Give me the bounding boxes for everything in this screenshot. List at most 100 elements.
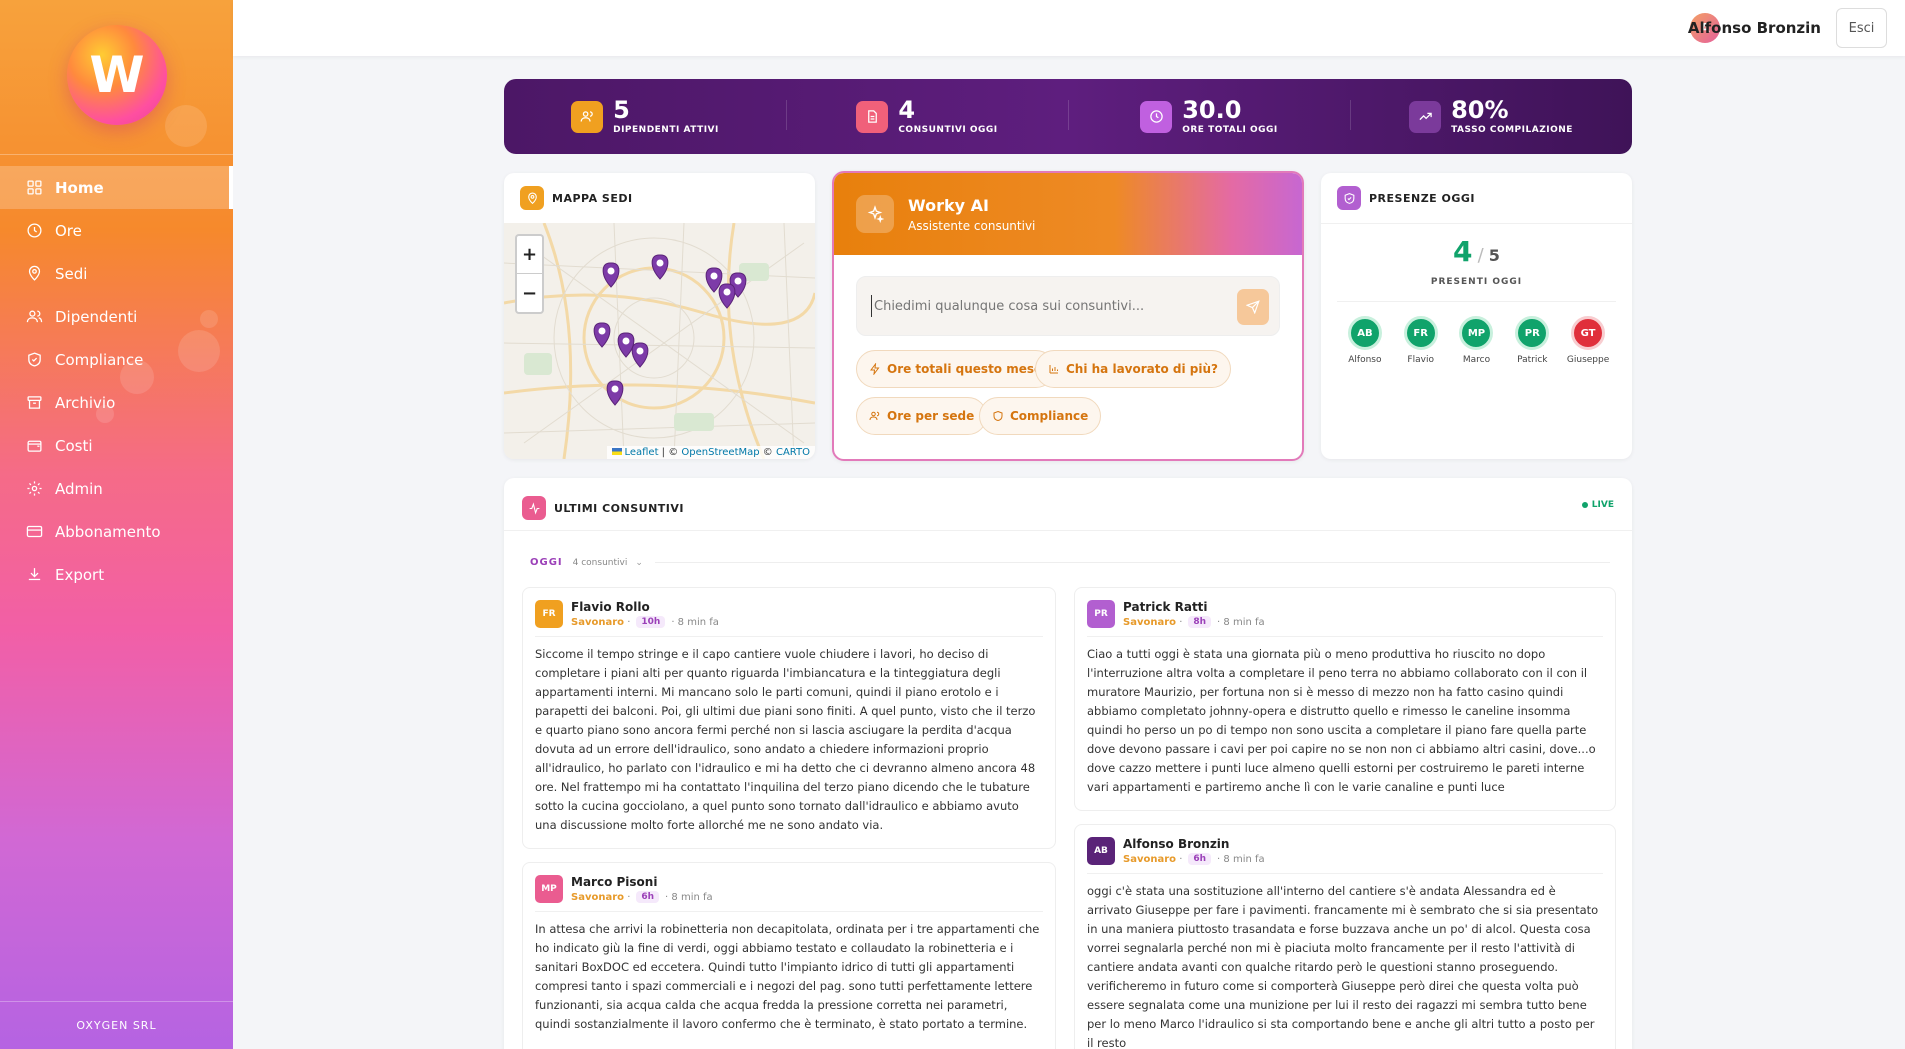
presence-person[interactable]: FR Flavio [1396,316,1446,365]
sidebar-item-label: Compliance [55,350,144,369]
avatar: PR [1515,316,1550,350]
logout-button[interactable]: Esci [1836,8,1887,48]
chip-ore-totali[interactable]: Ore totali questo mese [856,350,1056,388]
report-entry[interactable]: FR Flavio Rollo Savonaro · 10h · 8 min fa … [522,587,1056,849]
gear-icon [27,481,42,496]
entry-time: 8 min fa [677,616,719,628]
entry-time: 8 min fa [1223,616,1265,628]
sparkles-icon [856,195,894,233]
entry-site: Savonaro [571,616,625,628]
app-logo[interactable]: W [67,25,167,125]
presence-label: PRESENTI OGGI [1430,277,1523,287]
stat-label: CONSUNTIVI OGGI [898,125,998,135]
chevron-down-icon: ⌄ [635,557,643,568]
attr-mid: © [759,447,776,458]
report-entry[interactable]: AB Alfonso Bronzin Savonaro · 6h · 8 min f… [1074,824,1616,1049]
report-entry[interactable]: MP Marco Pisoni Savonaro · 6h · 8 min fa I… [522,862,1056,1049]
entry-hours: 10h [636,616,666,628]
entry-text: oggi c'è stata una sostituzione all'inte… [1087,884,1599,1049]
sidebar-item-archivio[interactable]: Archivio [0,381,233,424]
stat-value: 80% [1451,96,1509,124]
presence-person[interactable]: PR Patrick [1507,316,1557,365]
zoom-out-button[interactable]: − [517,274,542,312]
entry-meta: Savonaro · 6h · 8 min fa [1123,853,1265,865]
sidebar-item-ore[interactable]: Ore [0,209,233,252]
lightning-icon [870,363,880,375]
leaflet-link[interactable]: Leaflet [624,447,658,458]
feed-title: ULTIMI CONSUNTIVI [554,501,684,515]
flag-icon [612,448,623,455]
chip-label: Chi ha lavorato di più? [1066,362,1218,376]
sidebar-item-export[interactable]: Export [0,553,233,596]
topbar: A Alfonso Bronzin Esci [233,0,1905,56]
entry-hours: 6h [1188,853,1212,865]
entry-author: Marco Pisoni [571,875,658,889]
presence-count: 4 / 5 [1321,235,1632,268]
report-entry[interactable]: PR Patrick Ratti Savonaro · 8h · 8 min fa … [1074,587,1616,811]
map-pin-icon [28,265,41,281]
stat-label: DIPENDENTI ATTIVI [613,125,719,135]
map-tiles [504,223,815,459]
ai-subtitle: Assistente consuntivi [908,219,1036,233]
count-separator: / [1477,245,1484,266]
stat-value: 4 [898,96,916,124]
sidebar-item-costi[interactable]: Costi [0,424,233,467]
chip-chi-ha-lavorato[interactable]: Chi ha lavorato di più? [1035,350,1231,388]
archive-icon [27,396,42,409]
sidebar-item-dipendenti[interactable]: Dipendenti [0,295,233,338]
stat-completion-rate: 80% TASSO COMPILAZIONE [1350,98,1632,135]
entry-author: Flavio Rollo [571,600,650,614]
presence-person[interactable]: GT Giuseppe [1563,316,1613,365]
ai-assistant-card: Worky AI Assistente consuntivi Ore total… [832,171,1304,461]
presence-title: PRESENZE OGGI [1369,191,1476,205]
chip-ore-per-sede[interactable]: Ore per sede [856,397,988,435]
sidebar-item-label: Dipendenti [55,307,138,326]
person-name: Alfonso [1348,355,1382,365]
activity-icon [522,496,546,520]
map-card: MAPPA SEDI + − Leaflet | © OpenStreetMap… [504,173,815,459]
ai-input-box [856,276,1280,336]
stat-value: 5 [613,96,630,124]
live-badge: LIVE [1582,500,1614,510]
entry-meta: Savonaro · 8h · 8 min fa [1123,616,1265,628]
entry-site: Savonaro [1123,853,1177,865]
sidebar-item-sedi[interactable]: Sedi [0,252,233,295]
divider [654,562,1610,563]
sidebar-item-home[interactable]: Home [0,166,233,209]
presence-card: PRESENZE OGGI 4 / 5 PRESENTI OGGI AB Alfo… [1321,173,1632,459]
ai-question-input[interactable] [871,295,1221,317]
avatar: MP [535,875,563,903]
osm-link[interactable]: OpenStreetMap [681,447,759,458]
map-zoom-control: + − [515,234,544,314]
send-icon [1246,300,1260,314]
person-name: Giuseppe [1566,355,1610,365]
sidebar-item-admin[interactable]: Admin [0,467,233,510]
chip-compliance[interactable]: Compliance [979,397,1102,435]
entry-meta: Savonaro · 10h · 8 min fa [571,616,719,628]
presence-person[interactable]: AB Alfonso [1340,316,1390,365]
total-count: 5 [1488,246,1500,265]
day-group-header[interactable]: OGGI 4 consuntivi ⌄ [530,557,1610,568]
map-view[interactable]: + − Leaflet | © OpenStreetMap © CARTO [504,223,815,459]
sidebar-item-compliance[interactable]: Compliance [0,338,233,381]
presence-person[interactable]: MP Marco [1451,316,1501,365]
carto-link[interactable]: CARTO [776,447,810,458]
person-name: Marco [1462,355,1491,365]
decorative-bubble [165,105,207,147]
chip-label: Ore totali questo mese [887,362,1043,376]
sidebar-item-label: Archivio [55,393,116,412]
clock-icon [27,223,42,238]
sidebar-item-abbonamento[interactable]: Abbonamento [0,510,233,553]
shield-icon [1337,186,1361,210]
entry-site: Savonaro [571,891,625,903]
divider [1337,301,1616,302]
stat-label: TASSO COMPILAZIONE [1451,125,1573,135]
presence-list: AB Alfonso FR Flavio MP Marco PR Patrick GT G… [1337,316,1616,365]
entry-time: 8 min fa [671,891,713,903]
entry-author: Patrick Ratti [1123,600,1208,614]
send-button[interactable] [1237,289,1269,325]
trend-up-icon [1409,100,1442,133]
sidebar-item-label: Admin [55,479,103,498]
zoom-in-button[interactable]: + [517,236,542,274]
sidebar-nav: Home Ore Sedi Dipendenti Compliance Arch… [0,166,233,596]
